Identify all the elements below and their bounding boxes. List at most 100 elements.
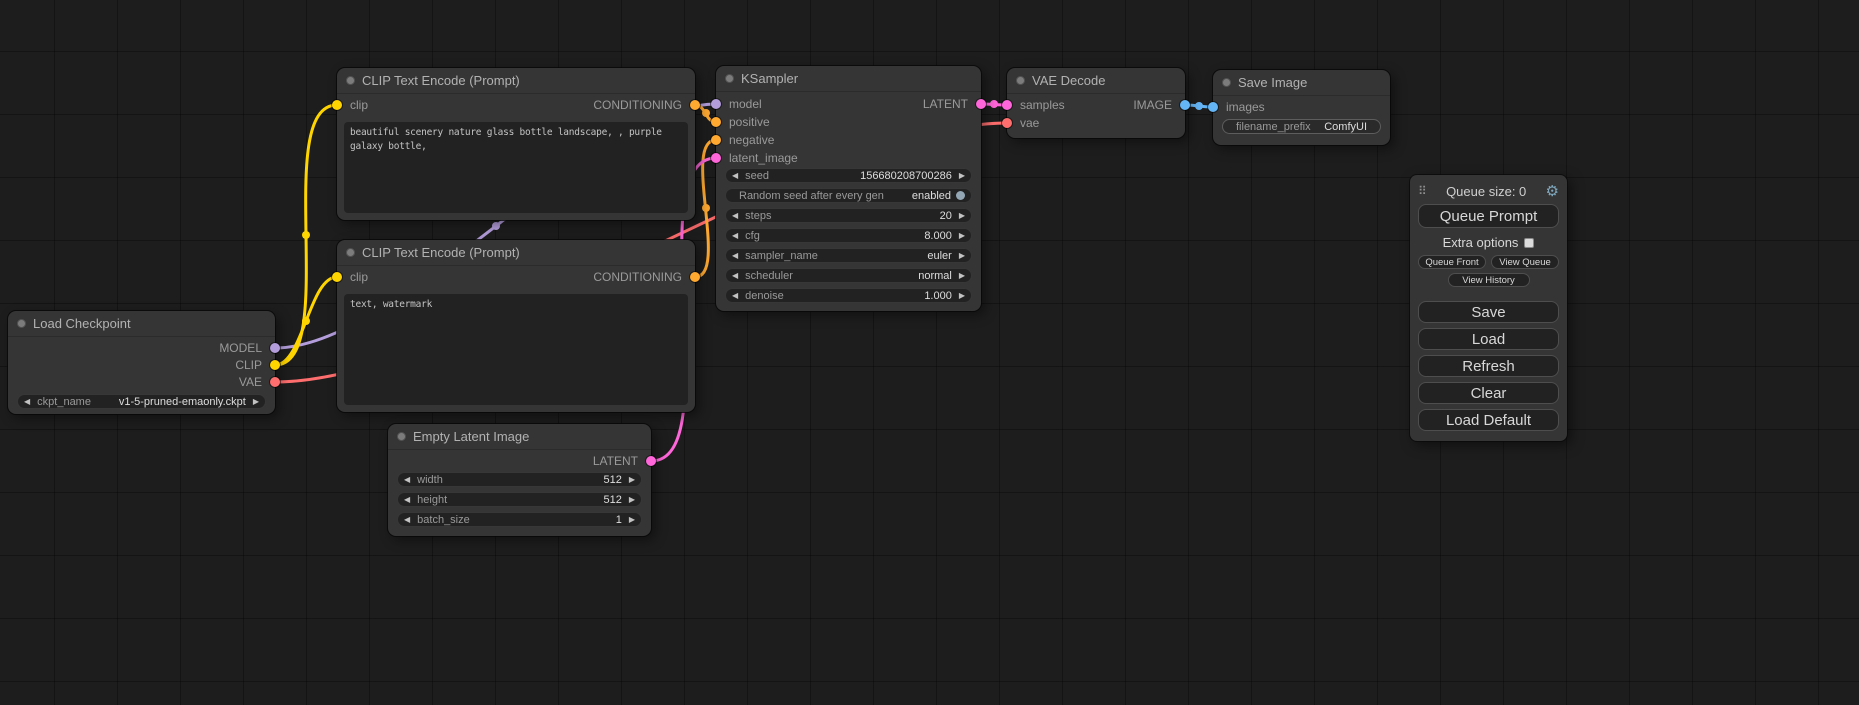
graph-canvas[interactable]: Load Checkpoint MODEL CLIP VAE ◀ ckpt_na… bbox=[0, 0, 1859, 705]
output-dot-vae[interactable] bbox=[270, 377, 280, 387]
wire-midpoint-dot[interactable] bbox=[1195, 102, 1203, 110]
left-arrow-icon[interactable]: ◀ bbox=[24, 398, 30, 406]
wire-midpoint-dot[interactable] bbox=[990, 100, 998, 108]
prompt-textarea[interactable]: text, watermark bbox=[344, 294, 688, 405]
collapse-dot-icon[interactable] bbox=[17, 319, 26, 328]
collapse-dot-icon[interactable] bbox=[397, 432, 406, 441]
node-header[interactable]: Load Checkpoint bbox=[8, 311, 275, 337]
seed-widget[interactable]: ◀ seed 156680208700286 ▶ bbox=[725, 168, 972, 183]
node-header[interactable]: CLIP Text Encode (Prompt) bbox=[337, 68, 695, 94]
widget-value: enabled bbox=[912, 190, 951, 202]
input-dot-clip[interactable] bbox=[332, 100, 342, 110]
right-arrow-icon[interactable]: ▶ bbox=[253, 398, 259, 406]
left-arrow-icon[interactable]: ◀ bbox=[404, 476, 410, 484]
output-dot-model[interactable] bbox=[270, 343, 280, 353]
queue-front-button[interactable]: Queue Front bbox=[1418, 255, 1486, 269]
right-arrow-icon[interactable]: ▶ bbox=[959, 212, 965, 220]
prompt-textarea[interactable]: beautiful scenery nature glass bottle la… bbox=[344, 122, 688, 213]
collapse-dot-icon[interactable] bbox=[1222, 78, 1231, 87]
collapse-dot-icon[interactable] bbox=[346, 76, 355, 85]
input-dot-positive[interactable] bbox=[711, 117, 721, 127]
output-dot-image[interactable] bbox=[1180, 100, 1190, 110]
node-clip-text-encode-positive[interactable]: CLIP Text Encode (Prompt) clip CONDITION… bbox=[337, 68, 695, 220]
collapse-dot-icon[interactable] bbox=[346, 248, 355, 257]
extra-options-checkbox[interactable] bbox=[1524, 238, 1534, 248]
node-empty-latent-image[interactable]: Empty Latent Image LATENT ◀ width 512 ▶ … bbox=[388, 424, 651, 536]
right-arrow-icon[interactable]: ▶ bbox=[629, 476, 635, 484]
denoise-widget[interactable]: ◀ denoise 1.000 ▶ bbox=[725, 288, 972, 303]
view-queue-button[interactable]: View Queue bbox=[1491, 255, 1559, 269]
wire-midpoint-dot[interactable] bbox=[702, 109, 710, 117]
node-header[interactable]: Save Image bbox=[1213, 70, 1390, 96]
random-seed-toggle-widget[interactable]: Random seed after every gen enabled bbox=[725, 188, 972, 203]
wire-midpoint-dot[interactable] bbox=[702, 204, 710, 212]
save-button[interactable]: Save bbox=[1418, 301, 1559, 323]
node-title-text: KSampler bbox=[741, 71, 798, 86]
right-arrow-icon[interactable]: ▶ bbox=[959, 232, 965, 240]
output-dot-conditioning[interactable] bbox=[690, 272, 700, 282]
node-vae-decode[interactable]: VAE Decode samples IMAGE vae bbox=[1007, 68, 1185, 138]
toggle-knob-icon[interactable] bbox=[956, 191, 965, 200]
node-header[interactable]: CLIP Text Encode (Prompt) bbox=[337, 240, 695, 266]
wire-midpoint-dot[interactable] bbox=[302, 317, 310, 325]
queue-prompt-button[interactable]: Queue Prompt bbox=[1418, 204, 1559, 228]
output-dot-clip[interactable] bbox=[270, 360, 280, 370]
left-arrow-icon[interactable]: ◀ bbox=[732, 232, 738, 240]
queue-size-label: Queue size: 0 bbox=[1427, 184, 1546, 199]
widget-value: 1 bbox=[616, 514, 622, 526]
refresh-button[interactable]: Refresh bbox=[1418, 355, 1559, 377]
left-arrow-icon[interactable]: ◀ bbox=[732, 172, 738, 180]
right-arrow-icon[interactable]: ▶ bbox=[959, 292, 965, 300]
input-dot-vae[interactable] bbox=[1002, 118, 1012, 128]
node-clip-text-encode-negative[interactable]: CLIP Text Encode (Prompt) clip CONDITION… bbox=[337, 240, 695, 412]
input-dot-latent-image[interactable] bbox=[711, 153, 721, 163]
wire-midpoint-dot[interactable] bbox=[492, 222, 500, 230]
drag-handle-icon[interactable]: ⠿ bbox=[1418, 184, 1427, 198]
node-header[interactable]: Empty Latent Image bbox=[388, 424, 651, 450]
input-dot-clip[interactable] bbox=[332, 272, 342, 282]
input-dot-negative[interactable] bbox=[711, 135, 721, 145]
output-dot-latent[interactable] bbox=[646, 456, 656, 466]
load-button[interactable]: Load bbox=[1418, 328, 1559, 350]
right-arrow-icon[interactable]: ▶ bbox=[959, 172, 965, 180]
left-arrow-icon[interactable]: ◀ bbox=[732, 272, 738, 280]
cfg-widget[interactable]: ◀ cfg 8.000 ▶ bbox=[725, 228, 972, 243]
load-default-button[interactable]: Load Default bbox=[1418, 409, 1559, 431]
widget-label: sampler_name bbox=[745, 250, 818, 262]
node-header[interactable]: KSampler bbox=[716, 66, 981, 92]
output-dot-conditioning[interactable] bbox=[690, 100, 700, 110]
node-ksampler[interactable]: KSampler model LATENT positive negative … bbox=[716, 66, 981, 311]
right-arrow-icon[interactable]: ▶ bbox=[959, 272, 965, 280]
input-dot-model[interactable] bbox=[711, 99, 721, 109]
node-save-image[interactable]: Save Image images filename_prefix ComfyU… bbox=[1213, 70, 1390, 145]
output-dot-latent[interactable] bbox=[976, 99, 986, 109]
left-arrow-icon[interactable]: ◀ bbox=[404, 496, 410, 504]
node-load-checkpoint[interactable]: Load Checkpoint MODEL CLIP VAE ◀ ckpt_na… bbox=[8, 311, 275, 414]
input-dot-samples[interactable] bbox=[1002, 100, 1012, 110]
collapse-dot-icon[interactable] bbox=[725, 74, 734, 83]
collapse-dot-icon[interactable] bbox=[1016, 76, 1025, 85]
input-dot-images[interactable] bbox=[1208, 102, 1218, 112]
right-arrow-icon[interactable]: ▶ bbox=[959, 252, 965, 260]
steps-widget[interactable]: ◀ steps 20 ▶ bbox=[725, 208, 972, 223]
scheduler-widget[interactable]: ◀ scheduler normal ▶ bbox=[725, 268, 972, 283]
ckpt-name-widget[interactable]: ◀ ckpt_name v1-5-pruned-emaonly.ckpt ▶ bbox=[17, 394, 266, 409]
view-history-button[interactable]: View History bbox=[1448, 273, 1530, 287]
sampler-name-widget[interactable]: ◀ sampler_name euler ▶ bbox=[725, 248, 972, 263]
output-slot-clip: CLIP bbox=[8, 357, 275, 374]
clear-button[interactable]: Clear bbox=[1418, 382, 1559, 404]
height-widget[interactable]: ◀ height 512 ▶ bbox=[397, 492, 642, 507]
settings-gear-icon[interactable]: ⚙ bbox=[1546, 182, 1559, 200]
right-arrow-icon[interactable]: ▶ bbox=[629, 496, 635, 504]
width-widget[interactable]: ◀ width 512 ▶ bbox=[397, 472, 642, 487]
left-arrow-icon[interactable]: ◀ bbox=[404, 516, 410, 524]
right-arrow-icon[interactable]: ▶ bbox=[629, 516, 635, 524]
slot-label: positive bbox=[729, 115, 770, 129]
batch-size-widget[interactable]: ◀ batch_size 1 ▶ bbox=[397, 512, 642, 527]
node-header[interactable]: VAE Decode bbox=[1007, 68, 1185, 94]
filename-prefix-widget[interactable]: filename_prefix ComfyUI bbox=[1222, 119, 1381, 134]
left-arrow-icon[interactable]: ◀ bbox=[732, 292, 738, 300]
left-arrow-icon[interactable]: ◀ bbox=[732, 252, 738, 260]
wire-midpoint-dot[interactable] bbox=[302, 231, 310, 239]
left-arrow-icon[interactable]: ◀ bbox=[732, 212, 738, 220]
